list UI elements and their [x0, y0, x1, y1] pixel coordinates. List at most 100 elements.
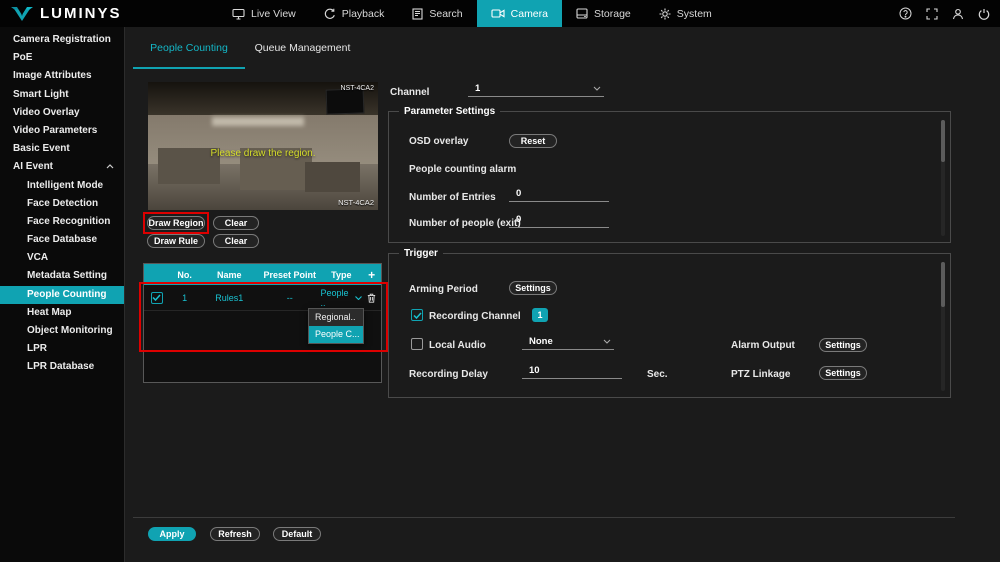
sidebar-item-video-parameters[interactable]: Video Parameters	[0, 122, 124, 140]
trigger-scrollbar[interactable]	[941, 262, 945, 391]
tab-people-counting[interactable]: People Counting	[133, 27, 245, 69]
preview-osd-bottom: NST-4CA2	[338, 198, 374, 207]
row-checkbox-checked[interactable]	[151, 292, 163, 304]
alarm-output-settings-button[interactable]: Settings	[819, 338, 867, 352]
nav-label: Playback	[342, 8, 385, 20]
sidebar-item-vca[interactable]: VCA	[0, 249, 124, 267]
recording-channel-checkbox[interactable]	[411, 309, 423, 321]
sidebar-item-label: VCA	[27, 252, 48, 263]
sidebar-item-label: AI Event	[13, 161, 53, 172]
scrollbar-thumb[interactable]	[941, 262, 945, 307]
recording-channel-label: Recording Channel	[429, 311, 521, 322]
sidebar-item-image-attributes[interactable]: Image Attributes	[0, 67, 124, 85]
user-icon[interactable]	[952, 8, 964, 20]
local-audio-select[interactable]: None	[522, 334, 614, 350]
sidebar-item-object-monitoring[interactable]: Object Monitoring	[0, 322, 124, 340]
chevron-down-icon	[603, 339, 611, 344]
preview-scene-light	[212, 117, 304, 126]
sidebar-item-label: Heat Map	[27, 307, 71, 318]
topbar-utilities	[899, 0, 990, 27]
help-icon[interactable]	[899, 7, 912, 20]
preview-scene-monitor	[326, 88, 365, 114]
footer-divider	[133, 517, 955, 518]
nav-search[interactable]: Search	[398, 0, 476, 27]
draw-region-button[interactable]: Draw Region	[147, 216, 205, 230]
video-preview[interactable]: NST-4CA2 Please draw the region. NST-4CA…	[148, 82, 378, 210]
preview-osd-top: NST-4CA2	[341, 85, 374, 92]
default-button[interactable]: Default	[273, 527, 321, 541]
nav-live-view[interactable]: Live View	[218, 0, 310, 27]
parameter-settings-group: Parameter Settings OSD overlay Reset Peo…	[388, 111, 951, 243]
tab-queue-management[interactable]: Queue Management	[245, 27, 360, 69]
parameter-settings-title: Parameter Settings	[399, 106, 500, 117]
add-rule-button[interactable]: +	[362, 268, 381, 282]
row-name: Rules1	[200, 293, 260, 303]
sidebar-item-label: Camera Registration	[13, 34, 111, 45]
clear-region-button[interactable]: Clear	[213, 216, 259, 230]
nav-system[interactable]: System	[645, 0, 726, 27]
nav-camera[interactable]: Camera	[477, 0, 562, 27]
rules-table-header: No. Name Preset Point Type +	[144, 264, 381, 285]
recording-channel-badge[interactable]: 1	[532, 308, 548, 322]
type-option-people-counting[interactable]: People C...	[309, 326, 363, 343]
sidebar-item-smart-light[interactable]: Smart Light	[0, 86, 124, 104]
sidebar: Camera Registration PoE Image Attributes…	[0, 27, 125, 562]
playback-icon	[324, 8, 336, 20]
arming-period-settings-button[interactable]: Settings	[509, 281, 557, 295]
sidebar-item-intelligent-mode[interactable]: Intelligent Mode	[0, 177, 124, 195]
sidebar-item-heat-map[interactable]: Heat Map	[0, 304, 124, 322]
sidebar-item-lpr-database[interactable]: LPR Database	[0, 358, 124, 376]
sidebar-item-lpr[interactable]: LPR	[0, 340, 124, 358]
osd-reset-button[interactable]: Reset	[509, 134, 557, 148]
number-of-people-exit-label: Number of people (exit)	[409, 218, 521, 229]
tab-label: People Counting	[150, 42, 228, 54]
ptz-linkage-label: PTZ Linkage	[731, 369, 790, 380]
sidebar-item-people-counting[interactable]: People Counting	[0, 286, 124, 304]
sidebar-item-ai-event[interactable]: AI Event	[0, 158, 124, 176]
sidebar-item-label: People Counting	[27, 289, 106, 300]
chevron-down-icon	[593, 86, 601, 91]
sidebar-item-label: Face Detection	[27, 198, 98, 209]
row-type-dropdown[interactable]: People ..	[321, 288, 363, 308]
apply-button[interactable]: Apply	[148, 527, 196, 541]
exit-input[interactable]: 0	[509, 212, 609, 228]
trash-icon[interactable]	[367, 293, 376, 303]
sidebar-item-face-recognition[interactable]: Face Recognition	[0, 213, 124, 231]
local-audio-label: Local Audio	[429, 340, 486, 351]
draw-region-hint: Please draw the region.	[148, 148, 378, 159]
ptz-linkage-settings-button[interactable]: Settings	[819, 366, 867, 380]
brand: LUMINYS	[10, 0, 122, 27]
sidebar-item-poe[interactable]: PoE	[0, 49, 124, 67]
gear-icon	[659, 8, 671, 20]
sidebar-item-camera-registration[interactable]: Camera Registration	[0, 31, 124, 49]
sidebar-item-video-overlay[interactable]: Video Overlay	[0, 104, 124, 122]
refresh-button[interactable]: Refresh	[210, 527, 260, 541]
nav-storage[interactable]: Storage	[562, 0, 645, 27]
power-icon[interactable]	[978, 8, 990, 20]
recording-delay-input[interactable]: 10	[522, 363, 622, 379]
sidebar-item-metadata-setting[interactable]: Metadata Setting	[0, 267, 124, 285]
local-audio-checkbox[interactable]	[411, 338, 423, 350]
entries-input[interactable]: 0	[509, 186, 609, 202]
topbar: LUMINYS Live View Playback Search	[0, 0, 1000, 27]
sidebar-item-label: Object Monitoring	[27, 325, 113, 336]
channel-label: Channel	[390, 87, 429, 98]
nav-label: Search	[429, 8, 462, 20]
parameter-settings-scrollbar[interactable]	[941, 120, 945, 236]
top-nav: Live View Playback Search Camera	[218, 0, 726, 27]
nav-playback[interactable]: Playback	[310, 0, 399, 27]
fullscreen-icon[interactable]	[926, 8, 938, 20]
trigger-group: Trigger Arming Period Settings Recording…	[388, 253, 951, 398]
sidebar-item-face-detection[interactable]: Face Detection	[0, 195, 124, 213]
sidebar-item-face-database[interactable]: Face Database	[0, 231, 124, 249]
brand-name: LUMINYS	[40, 5, 122, 22]
draw-rule-button[interactable]: Draw Rule	[147, 234, 205, 248]
type-option-regional[interactable]: Regional..	[309, 309, 363, 326]
sidebar-item-label: Smart Light	[13, 89, 69, 100]
sidebar-item-basic-event[interactable]: Basic Event	[0, 140, 124, 158]
nav-label: Camera	[511, 8, 548, 20]
clear-rule-button[interactable]: Clear	[213, 234, 259, 248]
number-of-entries-label: Number of Entries	[409, 192, 496, 203]
channel-select[interactable]: 1	[468, 81, 604, 97]
scrollbar-thumb[interactable]	[941, 120, 945, 162]
